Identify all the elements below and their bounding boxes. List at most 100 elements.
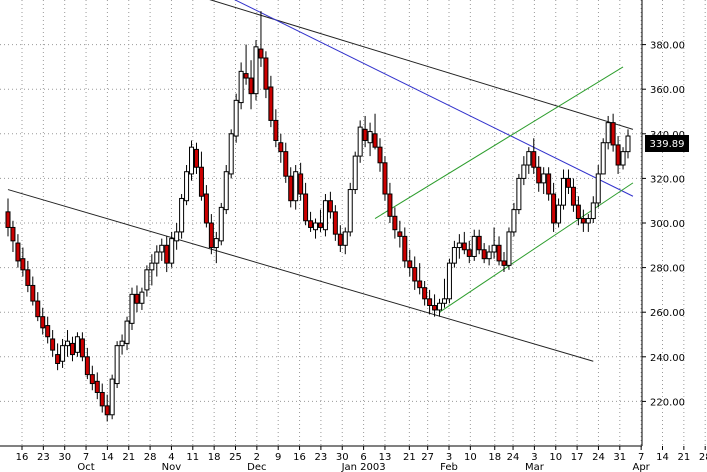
x-tick-label: 9 <box>275 452 281 463</box>
x-tick-label: 10 <box>549 452 562 463</box>
candle-body-up <box>352 155 358 191</box>
candle-body-up <box>441 298 447 304</box>
x-tick-label: 21 <box>677 452 690 463</box>
candle-body-up <box>144 269 150 291</box>
candle-body-down <box>45 325 51 338</box>
last-price-label: 339.89 <box>650 139 685 150</box>
candle-body-down <box>104 405 110 416</box>
candle-body-up <box>620 151 626 166</box>
chart-canvas: 220.00240.00260.00280.00300.00320.00340.… <box>0 0 707 472</box>
candle-body-down <box>427 298 433 307</box>
candle-body-up <box>139 291 145 304</box>
candle-body-down <box>298 173 304 195</box>
candle-body-up <box>65 340 71 347</box>
candle-body-down <box>402 235 408 262</box>
candle-body-up <box>491 244 497 253</box>
candle-body-down <box>35 300 41 318</box>
y-tick-label: 280.00 <box>650 264 685 275</box>
y-tick-label: 220.00 <box>650 397 685 408</box>
candle <box>228 129 234 179</box>
candle <box>506 227 512 270</box>
candle <box>233 93 239 143</box>
candle-body-down <box>89 374 95 385</box>
candle <box>600 138 606 175</box>
candle <box>446 258 452 304</box>
candle-body-up <box>218 206 224 242</box>
x-tick-label: 16 <box>16 452 29 463</box>
candle-body-up <box>437 302 443 311</box>
candle-body-up <box>253 46 259 95</box>
candle-body-down <box>308 220 314 228</box>
x-tick-label: 21 <box>122 452 135 463</box>
candle-body-up <box>516 177 522 211</box>
candle-body-up <box>74 336 80 353</box>
candle-body-down <box>481 249 487 260</box>
y-tick-label: 320.00 <box>650 174 685 185</box>
candle-body-down <box>134 293 140 304</box>
candle-body-down <box>615 144 621 166</box>
candle-body-down <box>203 193 209 224</box>
x-tick-label: 14 <box>101 452 114 463</box>
candle-body-up <box>154 251 160 264</box>
candle-body-up <box>456 242 462 249</box>
candle-body-down <box>417 280 423 289</box>
candle-body-down <box>208 222 214 249</box>
candle <box>357 120 363 163</box>
month-label: Jan 2003 <box>341 462 386 472</box>
x-tick-label: 16 <box>293 452 306 463</box>
candle <box>352 151 358 195</box>
y-tick-label: 260.00 <box>650 308 685 319</box>
candle-body-down <box>536 166 542 184</box>
candle-body-down <box>382 162 388 195</box>
candle-body-down <box>397 231 403 237</box>
candle-body-up <box>511 209 517 233</box>
month-label: Dec <box>247 462 266 472</box>
x-tick-label: 28 <box>699 452 707 463</box>
candle-body-up <box>595 173 601 204</box>
candle <box>382 156 388 201</box>
candle-body-down <box>258 48 264 59</box>
x-tick-label: 23 <box>37 452 50 463</box>
candle-body-down <box>362 128 368 141</box>
candle-body-up <box>451 247 457 264</box>
candle-body-down <box>551 193 557 224</box>
candle <box>322 194 328 237</box>
candle-body-down <box>50 338 56 351</box>
candle <box>347 182 353 237</box>
candle-body-down <box>25 269 31 286</box>
candle-body-up <box>189 146 195 175</box>
x-tick-label: 30 <box>58 452 71 463</box>
candle-body-up <box>119 340 125 347</box>
x-tick-label: 28 <box>144 452 157 463</box>
candle-body-down <box>288 175 294 202</box>
x-tick-label: 21 <box>403 452 416 463</box>
candle-body-down <box>332 211 338 235</box>
candle-body-up <box>541 173 547 184</box>
candle-body-down <box>412 267 418 282</box>
candle <box>114 341 120 389</box>
candle-body-down <box>392 215 398 231</box>
candle-body-up <box>223 171 229 211</box>
candle-body-up <box>585 218 591 224</box>
candle-body-up <box>213 238 219 249</box>
candle-body-down <box>94 380 100 393</box>
stock-chart: 220.00240.00260.00280.00300.00320.00340.… <box>0 0 707 472</box>
y-tick-label: 360.00 <box>650 85 685 96</box>
candle-body-down <box>99 391 105 407</box>
candle-body-up <box>129 293 135 324</box>
candle-body-up <box>605 122 611 144</box>
candle-body-down <box>501 260 507 266</box>
candle-body-up <box>367 131 373 144</box>
candle-body-down <box>422 287 428 300</box>
candle-body-up <box>184 171 190 202</box>
candle-body-down <box>79 338 85 358</box>
candle-body-up <box>526 151 532 166</box>
candle-body-up <box>293 171 299 202</box>
candle <box>218 202 224 246</box>
candle <box>109 374 115 420</box>
candle <box>223 165 229 215</box>
x-tick-label: 11 <box>186 452 199 463</box>
candle-body-up <box>149 262 155 271</box>
x-tick-label: 25 <box>229 452 242 463</box>
candle-body-down <box>466 249 472 257</box>
